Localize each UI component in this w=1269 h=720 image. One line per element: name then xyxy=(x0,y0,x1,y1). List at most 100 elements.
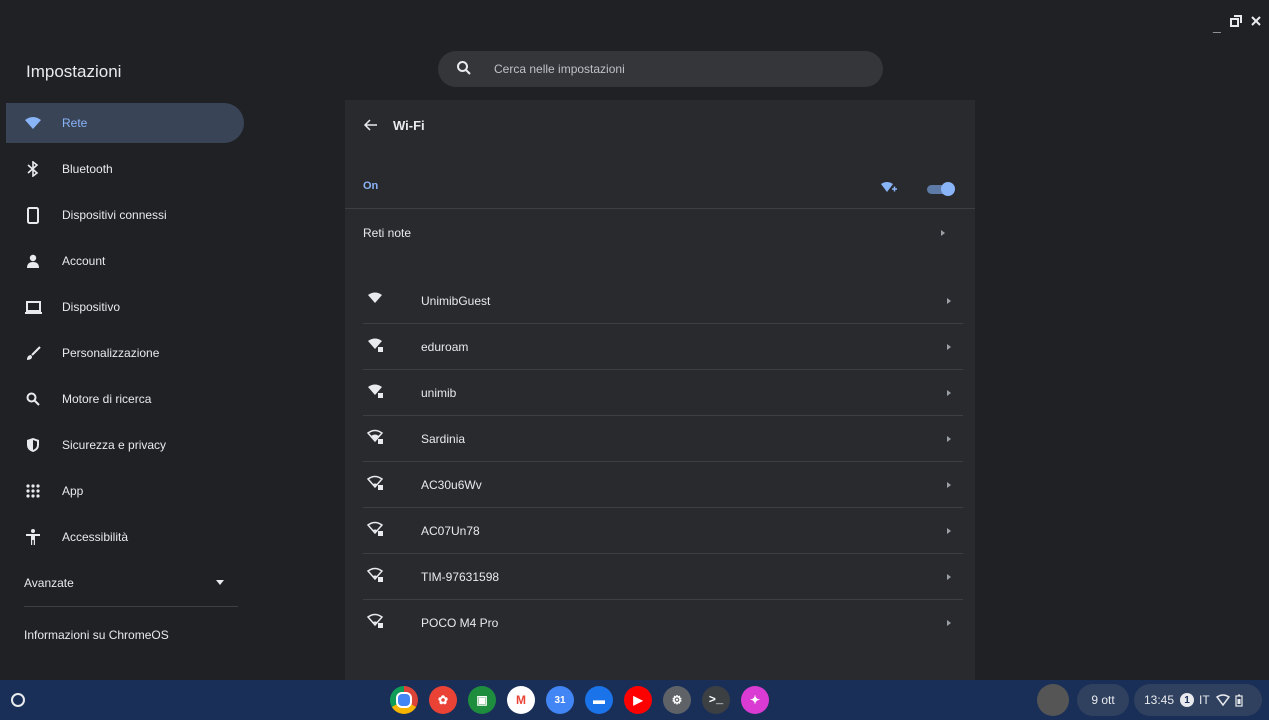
sidebar-item-label: App xyxy=(62,484,84,498)
calendar-icon[interactable]: 31 xyxy=(544,684,576,716)
chevron-down-icon xyxy=(216,580,224,585)
network-row[interactable]: TIM-97631598 xyxy=(363,554,963,600)
wifi-toggle[interactable] xyxy=(927,182,957,196)
network-row[interactable]: UnimibGuest xyxy=(363,278,963,324)
wifi-secure-icon xyxy=(367,613,384,628)
shield-icon xyxy=(24,436,42,454)
terminal-icon[interactable]: >_ xyxy=(700,684,732,716)
chevron-right-icon xyxy=(947,482,951,488)
laptop-icon xyxy=(24,298,42,316)
sidebar-item-dispositivo[interactable]: Dispositivo xyxy=(6,284,244,330)
gmail-icon[interactable]: M xyxy=(505,684,537,716)
sidebar-item-dispositivi-connessi[interactable]: Dispositivi connessi xyxy=(6,192,244,238)
about-chromeos-link[interactable]: Informazioni su ChromeOS xyxy=(6,607,244,663)
date-label: 9 ott xyxy=(1091,693,1115,707)
chevron-right-icon xyxy=(947,344,951,350)
search-input[interactable]: Cerca nelle impostazioni xyxy=(438,51,883,87)
advanced-toggle[interactable]: Avanzate xyxy=(6,560,244,606)
person-icon xyxy=(24,252,42,270)
canvas-icon[interactable]: ✿ xyxy=(427,684,459,716)
network-name: TIM-97631598 xyxy=(421,570,500,584)
chevron-right-icon xyxy=(947,298,951,304)
youtube-icon[interactable]: ▶ xyxy=(622,684,654,716)
wifi-signal-icon xyxy=(368,292,382,303)
sidebar-item-label: Dispositivo xyxy=(62,300,121,314)
toggle-knob xyxy=(941,182,955,196)
sidebar-item-sicurezza-e-privacy[interactable]: Sicurezza e privacy xyxy=(6,422,244,468)
add-network-icon[interactable] xyxy=(881,181,897,195)
sidebar-nav: Rete Bluetooth Dispositivi connessi Acco… xyxy=(6,102,244,663)
advanced-label: Avanzate xyxy=(24,576,74,590)
sidebar-item-label: Motore di ricerca xyxy=(62,392,152,406)
divider xyxy=(345,208,975,209)
network-row[interactable]: POCO M4 Pro xyxy=(363,600,963,645)
sidebar-item-bluetooth[interactable]: Bluetooth xyxy=(6,146,244,192)
network-name: POCO M4 Pro xyxy=(421,616,499,630)
wifi-secure-icon xyxy=(367,429,384,444)
battery-icon xyxy=(1235,694,1243,707)
wifi-header: Wi-Fi xyxy=(345,100,975,150)
sidebar-item-label: Rete xyxy=(62,116,88,130)
wifi-secure-icon xyxy=(367,475,384,490)
network-row[interactable]: AC30u6Wv xyxy=(363,462,963,508)
files-icon[interactable]: ▬ xyxy=(583,684,615,716)
sidebar-item-label: Personalizzazione xyxy=(62,346,160,360)
settings-icon[interactable]: ⚙ xyxy=(661,684,693,716)
launcher-icon[interactable] xyxy=(8,690,28,710)
settings-window: _ Impostazioni Cerca nelle impostazioni … xyxy=(6,6,1269,680)
avatar[interactable] xyxy=(1037,684,1069,716)
sidebar-item-label: Bluetooth xyxy=(62,162,113,176)
phone-icon xyxy=(24,206,42,224)
wifi-secure-icon xyxy=(367,567,384,582)
network-name: UnimibGuest xyxy=(421,294,491,308)
apps-grid-icon xyxy=(24,482,42,500)
wifi-secure-icon xyxy=(368,384,383,398)
sidebar-item-accessibilita[interactable]: Accessibilità xyxy=(6,514,244,560)
notification-badge: 1 xyxy=(1180,693,1195,707)
wifi-secure-icon xyxy=(368,338,383,352)
restore-icon xyxy=(1230,15,1242,27)
chevron-right-icon xyxy=(947,620,951,626)
back-arrow-icon[interactable] xyxy=(363,117,379,133)
network-name: eduroam xyxy=(421,340,469,354)
network-row[interactable]: eduroam xyxy=(363,324,963,370)
sidebar-item-account[interactable]: Account xyxy=(6,238,244,284)
sidebar-item-personalizzazione[interactable]: Personalizzazione xyxy=(6,330,244,376)
restore-button[interactable] xyxy=(1229,14,1243,31)
chevron-right-icon xyxy=(947,436,951,442)
classroom-icon[interactable]: ▣ xyxy=(466,684,498,716)
chevron-right-icon xyxy=(947,528,951,534)
wifi-status-icon xyxy=(1215,694,1230,706)
app-title: Impostazioni xyxy=(26,62,122,81)
close-icon xyxy=(1251,16,1261,26)
search-placeholder: Cerca nelle impostazioni xyxy=(494,62,625,76)
ime-label: IT xyxy=(1199,693,1210,707)
shelf-apps: ✿ ▣ M 31 ▬ ▶ ⚙ >_ ✦ xyxy=(388,684,771,716)
network-name: AC07Un78 xyxy=(421,524,480,538)
network-row[interactable]: unimib xyxy=(363,370,963,416)
chrome-icon[interactable] xyxy=(388,684,420,716)
wifi-secure-icon xyxy=(367,521,384,536)
known-networks-row[interactable]: Reti note xyxy=(345,210,975,254)
status-tray[interactable]: 13:45 1 IT xyxy=(1134,684,1262,716)
date-tray[interactable]: 9 ott xyxy=(1077,684,1129,716)
sidebar-item-label: Accessibilità xyxy=(62,530,129,544)
close-button[interactable] xyxy=(1250,14,1262,30)
sidebar-item-rete[interactable]: Rete xyxy=(6,103,244,143)
chevron-right-icon xyxy=(947,574,951,580)
sidebar-item-motore-di-ricerca[interactable]: Motore di ricerca xyxy=(6,376,244,422)
known-networks-label: Reti note xyxy=(363,226,412,240)
sidebar-item-app[interactable]: App xyxy=(6,468,244,514)
minimize-button[interactable]: _ xyxy=(1213,18,1221,34)
wifi-icon xyxy=(24,114,42,132)
network-row[interactable]: Sardinia xyxy=(363,416,963,462)
brush-icon xyxy=(24,344,42,362)
time-label: 13:45 xyxy=(1144,693,1175,707)
chevron-right-icon xyxy=(947,390,951,396)
sidebar-item-label: Dispositivi connessi xyxy=(62,208,167,222)
network-name: unimib xyxy=(421,386,457,400)
about-label: Informazioni su ChromeOS xyxy=(24,628,169,642)
network-name: Sardinia xyxy=(421,432,466,446)
network-row[interactable]: AC07Un78 xyxy=(363,508,963,554)
screencast-icon[interactable]: ✦ xyxy=(739,684,771,716)
